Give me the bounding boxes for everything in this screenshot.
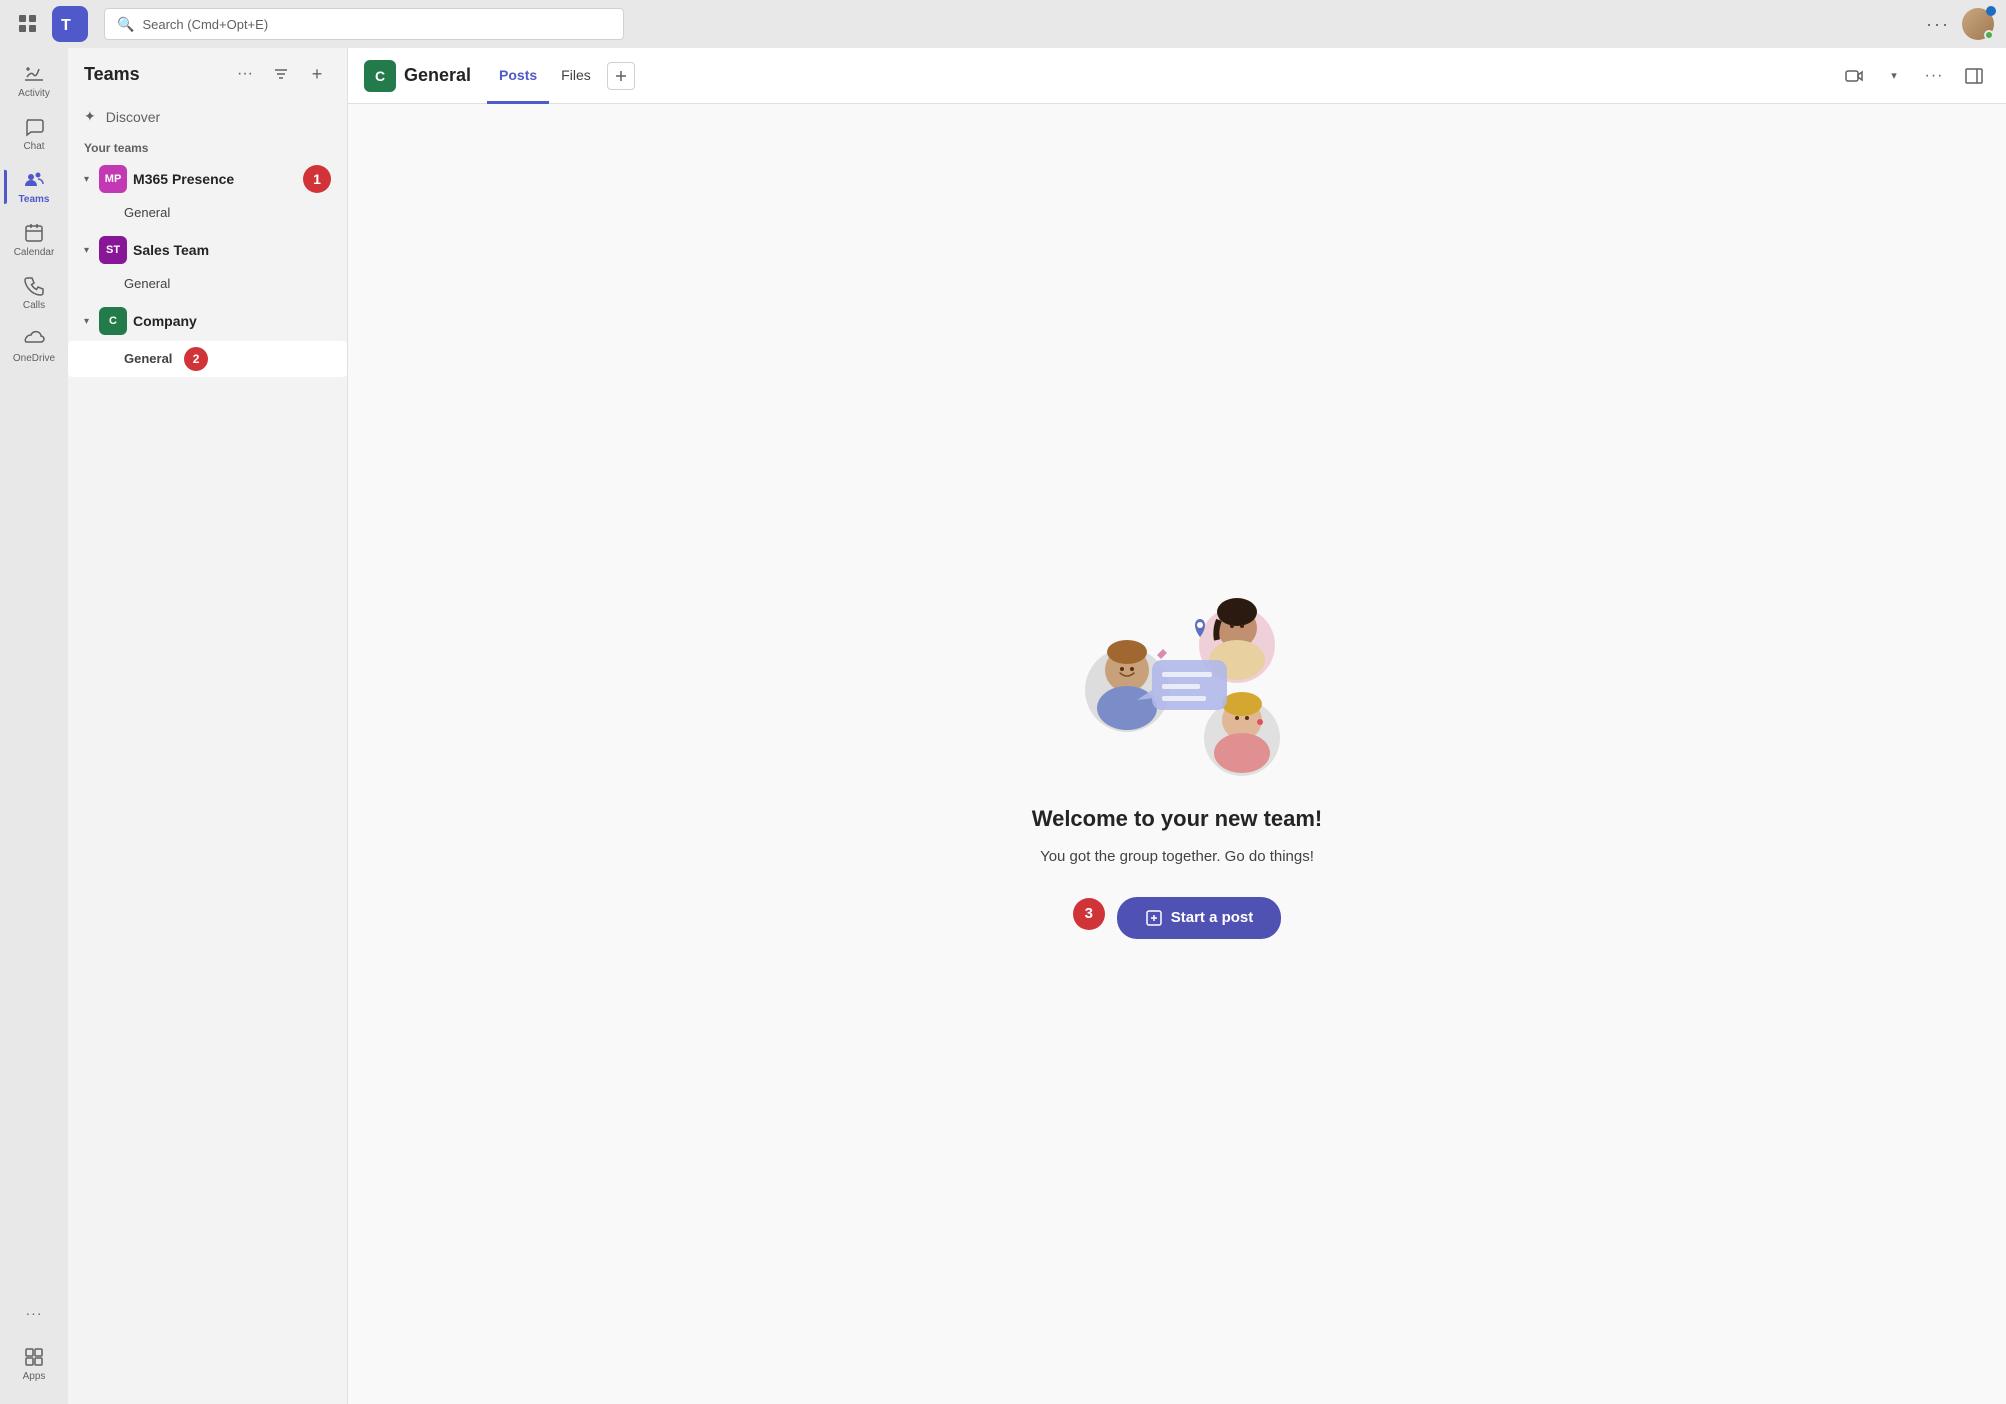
team-avatar-sales: ST — [99, 236, 127, 264]
step-badge-1: 1 — [303, 165, 331, 193]
channel-title: General — [404, 65, 471, 86]
apps-label: Apps — [23, 1371, 46, 1382]
topbar-right: ··· — [1926, 8, 1994, 40]
sidebar-icons: Activity Chat Teams — [0, 48, 68, 1404]
teams-panel: Teams ··· + ✦ Discover Your teams ▾ — [68, 48, 348, 1404]
team-header-company[interactable]: ▾ C Company — [68, 301, 347, 341]
teams-panel-header: Teams ··· + — [68, 48, 347, 100]
channel-avatar: C — [364, 60, 396, 92]
start-post-button[interactable]: Start a post — [1117, 897, 1282, 939]
teams-icon — [22, 168, 46, 192]
team-name-company: Company — [133, 313, 331, 329]
sidebar-more-button[interactable]: ··· — [4, 1299, 64, 1327]
step-badge-3: 3 — [1073, 898, 1105, 930]
topbar: T 🔍 Search (Cmd+Opt+E) ··· — [0, 0, 2006, 48]
calls-label: Calls — [23, 300, 45, 311]
search-placeholder: Search (Cmd+Opt+E) — [142, 17, 268, 32]
apps-icon — [22, 1345, 46, 1369]
welcome-title: Welcome to your new team! — [1032, 806, 1323, 832]
teams-logo[interactable]: T — [52, 6, 88, 42]
activity-label: Activity — [18, 88, 50, 99]
discover-item[interactable]: ✦ Discover — [68, 100, 347, 133]
tab-posts[interactable]: Posts — [487, 48, 549, 104]
team-avatar-company: C — [99, 307, 127, 335]
apps-grid-icon[interactable] — [12, 8, 44, 40]
add-tab-button[interactable] — [607, 62, 635, 90]
chat-icon — [22, 115, 46, 139]
onedrive-label: OneDrive — [13, 353, 55, 364]
expand-button[interactable]: ▾ — [1878, 60, 1910, 92]
team-header-sales[interactable]: ▾ ST Sales Team — [68, 230, 347, 270]
onedrive-icon — [22, 327, 46, 351]
teams-label: Teams — [19, 194, 50, 205]
calls-icon — [22, 274, 46, 298]
header-more-button[interactable]: ··· — [1918, 60, 1950, 92]
topbar-more-icon[interactable]: ··· — [1926, 14, 1950, 35]
team-group-m365: ▾ MP M365 Presence 1 General — [68, 159, 347, 226]
step-badge-2: 2 — [184, 347, 208, 371]
teams-more-button[interactable]: ··· — [231, 60, 259, 88]
teams-panel-actions: ··· + — [231, 60, 331, 88]
team-header-m365[interactable]: ▾ MP M365 Presence 1 — [68, 159, 347, 199]
sidebar-item-activity[interactable]: Activity — [4, 56, 64, 105]
channel-m365-general[interactable]: General — [68, 199, 347, 226]
activity-icon — [22, 62, 46, 86]
channel-company-general[interactable]: General 2 — [68, 341, 347, 377]
sidebar-item-onedrive[interactable]: OneDrive — [4, 321, 64, 370]
content-header-right: ▾ ··· — [1838, 60, 1990, 92]
discover-label: Discover — [106, 109, 160, 125]
svg-text:T: T — [61, 17, 71, 34]
main-layout: Activity Chat Teams — [0, 48, 2006, 1404]
sidebar-item-teams[interactable]: Teams — [4, 162, 64, 211]
video-call-button[interactable] — [1838, 60, 1870, 92]
sidebar-item-calendar[interactable]: Calendar — [4, 215, 64, 264]
channel-sales-general[interactable]: General — [68, 270, 347, 297]
team-group-sales: ▾ ST Sales Team General — [68, 230, 347, 297]
chevron-sales: ▾ — [84, 245, 89, 256]
teams-panel-title: Teams — [84, 64, 223, 85]
online-dot — [1986, 6, 1996, 16]
search-icon: 🔍 — [117, 16, 134, 33]
team-name-sales: Sales Team — [133, 242, 331, 258]
calendar-label: Calendar — [14, 247, 55, 258]
your-teams-label: Your teams — [68, 133, 347, 159]
content-area: C General Posts Files ▾ — [348, 48, 2006, 1404]
start-post-label: Start a post — [1171, 909, 1254, 926]
teams-add-button[interactable]: + — [303, 60, 331, 88]
welcome-area: Welcome to your new team! You got the gr… — [348, 104, 2006, 1404]
content-tabs: Posts Files — [487, 48, 635, 103]
teams-filter-button[interactable] — [267, 60, 295, 88]
sidebar-item-calls[interactable]: Calls — [4, 268, 64, 317]
status-dot — [1984, 30, 1994, 40]
content-header: C General Posts Files ▾ — [348, 48, 2006, 104]
sidebar-item-apps[interactable]: Apps — [4, 1339, 64, 1388]
sidebar-item-chat[interactable]: Chat — [4, 109, 64, 158]
welcome-illustration — [1047, 570, 1307, 790]
team-name-m365: M365 Presence — [133, 171, 297, 187]
tab-files[interactable]: Files — [549, 48, 603, 104]
chevron-m365: ▾ — [84, 174, 89, 185]
search-bar[interactable]: 🔍 Search (Cmd+Opt+E) — [104, 8, 624, 40]
chevron-company: ▾ — [84, 316, 89, 327]
chat-label: Chat — [23, 141, 44, 152]
open-panel-button[interactable] — [1958, 60, 1990, 92]
user-avatar-container — [1962, 8, 1994, 40]
team-group-company: ▾ C Company General 2 — [68, 301, 347, 377]
discover-icon: ✦ — [84, 108, 96, 125]
calendar-icon — [22, 221, 46, 245]
welcome-subtitle: You got the group together. Go do things… — [1040, 848, 1314, 865]
team-avatar-m365: MP — [99, 165, 127, 193]
